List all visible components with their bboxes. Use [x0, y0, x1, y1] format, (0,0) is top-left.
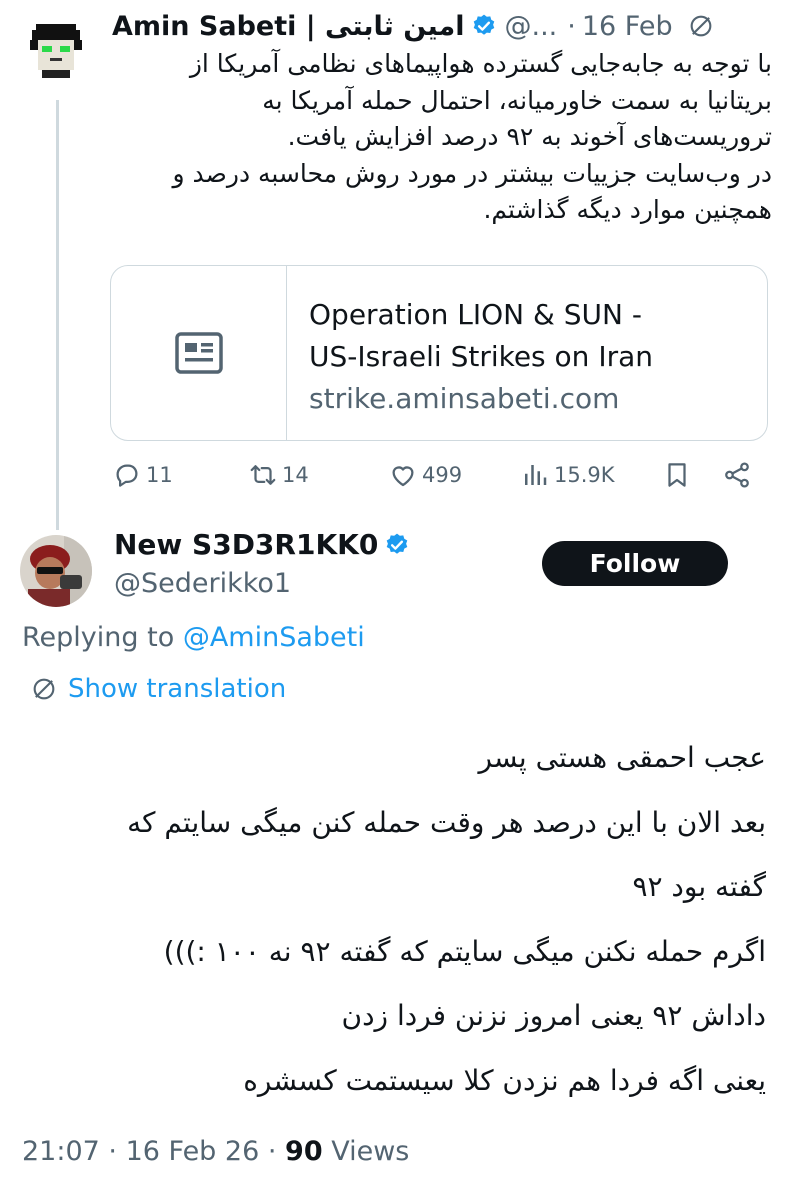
- show-translation-button[interactable]: Show translation: [30, 674, 286, 704]
- reply-tweet-text: عجب احمقی هستی پسر بعد الان با این درصد …: [26, 736, 766, 1123]
- parent-tweet-line: در وب‌سایت جزییات بیشتر در مورد روش محاس…: [172, 158, 773, 188]
- verified-badge-icon: [387, 533, 408, 554]
- reply-button[interactable]: 11: [112, 460, 173, 490]
- parent-tweet-text: با توجه به جابه‌جایی گسترده هواپیماهای ن…: [112, 46, 773, 229]
- thread-connector-line: [56, 100, 59, 530]
- separator-dot: ·: [267, 1136, 286, 1167]
- views-icon: [525, 465, 547, 485]
- like-icon: [392, 466, 414, 487]
- link-card-title-line2: US-Israeli Strikes on Iran: [309, 340, 653, 373]
- reply-views-count: 90: [285, 1136, 323, 1167]
- parent-tweet-date[interactable]: 16 Feb: [582, 11, 673, 42]
- replying-to-line: Replying to @AminSabeti: [22, 622, 365, 653]
- reply-tweet-line: اگرم حمله نکنن میگی سایتم که گفته ۹۲ نه …: [163, 934, 766, 968]
- pixel-face-avatar-icon: [20, 14, 92, 86]
- repost-button[interactable]: 14: [248, 460, 309, 490]
- like-count: 499: [422, 463, 463, 487]
- repost-icon: [250, 465, 276, 485]
- reply-count: 11: [146, 463, 173, 487]
- reply-tweet-time[interactable]: 21:07: [22, 1136, 100, 1167]
- reply-tweet-line: عجب احمقی هستی پسر: [478, 741, 766, 774]
- reply-author-avatar[interactable]: [20, 535, 92, 607]
- views-button[interactable]: 15.9K: [520, 460, 615, 490]
- news-article-icon: [174, 332, 223, 374]
- parent-author-handle[interactable]: @...: [505, 11, 558, 42]
- parent-author-avatar[interactable]: [20, 14, 92, 86]
- reply-tweet-date[interactable]: 16 Feb 26: [126, 1136, 260, 1167]
- parent-tweet-line: بریتانیا به سمت خاورمیانه، احتمال حمله آ…: [262, 85, 772, 115]
- globe-icon[interactable]: [687, 12, 715, 40]
- bookmark-button[interactable]: [662, 460, 696, 490]
- separator-dot: ·: [567, 10, 576, 42]
- replying-to-prefix: Replying to: [22, 622, 175, 653]
- reply-author-name[interactable]: New S3D3R1KK0: [114, 528, 378, 561]
- translate-icon: [33, 678, 55, 700]
- link-card-title-line1: Operation LION & SUN -: [309, 298, 642, 331]
- reply-icon: [116, 464, 138, 487]
- reply-views-label: Views: [331, 1136, 410, 1167]
- views-count: 15.9K: [554, 463, 615, 487]
- reply-tweet-line: داداش ۹۲ یعنی امروز نزنن فردا زدن: [341, 999, 767, 1032]
- reply-tweet-line: یعنی اگه فردا هم نزدن کلا سیستمت کسشره: [243, 1063, 766, 1097]
- parent-author-name[interactable]: Amin Sabeti | امین ثابتی: [112, 11, 465, 42]
- parent-tweet-line: همچنین موارد دیگه گذاشتم.: [483, 195, 772, 224]
- separator-dot: ·: [108, 1136, 126, 1167]
- like-button[interactable]: 499: [388, 460, 462, 490]
- reply-tweet-line: بعد الان با این درصد هر وقت حمله کنن میگ…: [127, 805, 766, 839]
- verified-badge-icon: [473, 14, 494, 35]
- link-preview-card[interactable]: Operation LION & SUN - US-Israeli Strike…: [110, 265, 768, 441]
- link-card-thumbnail: [111, 266, 287, 440]
- show-translation-label: Show translation: [68, 674, 287, 704]
- profile-photo-icon: [20, 535, 92, 607]
- reply-author-handle[interactable]: @Sederikko1: [114, 568, 291, 599]
- share-icon: [725, 462, 749, 488]
- reply-tweet-line: گفته بود ۹۲: [632, 870, 766, 903]
- reply-tweet-meta: 21:07 · 16 Feb 26 · 90 Views: [22, 1136, 409, 1167]
- parent-tweet-header: Amin Sabeti | امین ثابتی @... · 16 Feb: [112, 6, 784, 46]
- bookmark-icon: [668, 463, 686, 487]
- repost-count: 14: [282, 463, 309, 487]
- parent-tweet-line: با توجه به جابه‌جایی گسترده هواپیماهای ن…: [189, 49, 772, 78]
- reply-author-name-row: New S3D3R1KK0: [114, 528, 410, 561]
- follow-button[interactable]: Follow: [542, 541, 728, 586]
- share-button[interactable]: [722, 460, 756, 490]
- replying-to-mention[interactable]: @AminSabeti: [183, 622, 365, 653]
- parent-tweet-action-bar: 11 14 499 15.9K: [112, 460, 762, 500]
- parent-tweet-line: تروریست‌های آخوند به ۹۲ درصد افزایش یافت…: [287, 122, 772, 151]
- link-card-text: Operation LION & SUN - US-Israeli Strike…: [309, 294, 653, 420]
- link-card-domain: strike.aminsabeti.com: [309, 382, 620, 415]
